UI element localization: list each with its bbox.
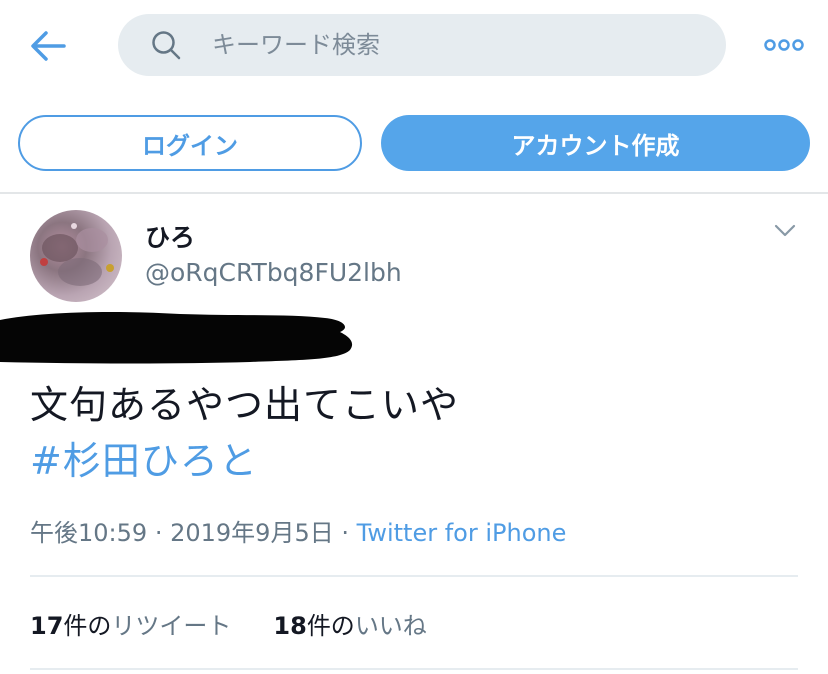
stats-divider bbox=[30, 668, 798, 670]
like-count[interactable]: 18件のいいね bbox=[273, 612, 426, 640]
user-handle[interactable]: @oRqCRTbq8FU2lbh bbox=[145, 258, 402, 287]
arrow-left-icon[interactable] bbox=[28, 28, 68, 64]
like-label: いいね bbox=[354, 612, 427, 640]
tweet-meta: 午後10:59 · 2019年9月5日 · Twitter for iPhone bbox=[30, 513, 566, 548]
more-dots-icon[interactable] bbox=[764, 34, 804, 56]
tweet-date: 2019年9月5日 bbox=[170, 519, 334, 547]
tweet-text: 文句あるやつ出てこいや bbox=[30, 383, 460, 427]
redaction-mark bbox=[0, 312, 353, 364]
login-button[interactable]: ログイン bbox=[18, 115, 362, 171]
avatar-image bbox=[40, 223, 114, 286]
avatar[interactable] bbox=[30, 210, 122, 302]
retweet-label: リツイート bbox=[111, 612, 232, 640]
header-divider bbox=[0, 192, 828, 194]
search-icon bbox=[152, 31, 181, 60]
tweet-source-link[interactable]: Twitter for iPhone bbox=[357, 519, 567, 547]
top-bar bbox=[0, 0, 828, 95]
meta-divider bbox=[30, 575, 798, 577]
display-name[interactable]: ひろ bbox=[145, 218, 195, 254]
like-number: 18 bbox=[273, 612, 307, 640]
hashtag-link[interactable]: #杉田ひろと bbox=[30, 430, 258, 485]
meta-separator: · bbox=[154, 519, 163, 547]
retweet-number: 17 bbox=[30, 612, 64, 640]
search-bar[interactable] bbox=[118, 14, 726, 76]
retweet-count[interactable]: 17件のリツイート bbox=[30, 612, 231, 640]
signup-button[interactable]: アカウント作成 bbox=[381, 115, 810, 171]
meta-separator: · bbox=[341, 519, 349, 547]
tweet-time: 午後10:59 bbox=[30, 519, 148, 547]
like-count-suffix: 件の bbox=[306, 612, 355, 640]
search-input[interactable] bbox=[212, 14, 692, 76]
tweet-stats: 17件のリツイート 18件のいいね bbox=[30, 606, 427, 641]
chevron-down-icon[interactable] bbox=[773, 223, 797, 239]
retweet-count-suffix: 件の bbox=[63, 612, 112, 640]
